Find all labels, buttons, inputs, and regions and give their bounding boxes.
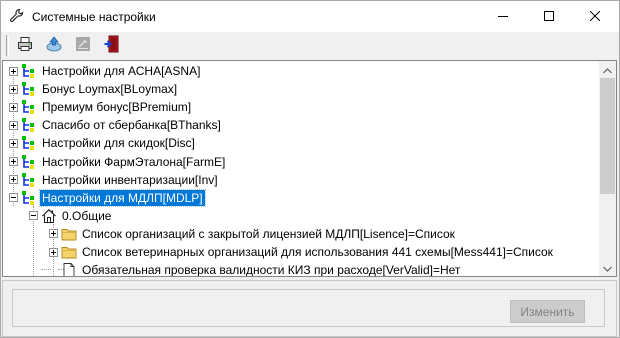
tree-item-label[interactable]: Бонус Loymax[BLoymax]: [40, 81, 179, 97]
chevron-up-icon: [603, 63, 612, 77]
maximize-button[interactable]: [526, 1, 572, 32]
toolbar-grip[interactable]: [6, 35, 9, 56]
expand-plus-icon[interactable]: [9, 138, 18, 148]
node-green-icon: [21, 99, 37, 115]
settings-tree[interactable]: Настройки для АСНА[ASNA] Бонус Loymax[BLo…: [2, 60, 617, 277]
expand-plus-icon[interactable]: [9, 175, 18, 185]
tree-item[interactable]: Обязательная проверка валидности КИЗ при…: [49, 261, 462, 276]
tree-item-label[interactable]: Спасибо от сбербанка[BThanks]: [40, 117, 223, 133]
tree-item-label[interactable]: 0.Общие: [60, 208, 113, 224]
tree-item[interactable]: Бонус Loymax[BLoymax]: [9, 80, 179, 98]
toolbar: [1, 32, 619, 59]
node-green-icon: [21, 172, 37, 188]
collapse-minus-icon[interactable]: [29, 211, 38, 221]
maximize-icon: [544, 10, 554, 24]
print-button[interactable]: [14, 35, 36, 56]
tree-item[interactable]: Настройки для МДЛП[MDLP]: [9, 188, 206, 207]
tree-item-label[interactable]: Настройки ФармЭталона[FarmE]: [40, 154, 227, 170]
exit-button[interactable]: [101, 35, 123, 56]
tree-item-label[interactable]: Настройки для МДЛП[MDLP]: [39, 188, 206, 207]
edit-value-button[interactable]: Изменить: [510, 300, 585, 323]
tree-item-label[interactable]: Настройки для АСНА[ASNA]: [40, 63, 202, 79]
tree-item[interactable]: Список организаций с закрытой лицензией …: [49, 225, 457, 243]
tree-item[interactable]: Настройки ФармЭталона[FarmE]: [9, 153, 227, 171]
expand-plus-icon[interactable]: [9, 84, 18, 94]
tree-item[interactable]: Настройки инвентаризации[Inv]: [9, 171, 220, 189]
expand-plus-icon[interactable]: [49, 229, 58, 239]
tree-item-label[interactable]: Настройки инвентаризации[Inv]: [40, 172, 220, 188]
node-green-icon: [21, 135, 37, 151]
tree-item-label[interactable]: Премиум бонус[BPremium]: [40, 99, 193, 115]
tree-item-label[interactable]: Настройки для скидок[Disc]: [40, 135, 197, 151]
refresh-button[interactable]: [43, 35, 65, 56]
wrench-icon: [9, 8, 25, 24]
node-green-icon: [21, 154, 37, 170]
window-title: Системные настройки: [32, 10, 156, 24]
node-green-icon: [21, 81, 37, 97]
scroll-down-button[interactable]: [599, 259, 616, 276]
tree-item[interactable]: Премиум бонус[BPremium]: [9, 98, 193, 116]
tree-item[interactable]: Настройки для скидок[Disc]: [9, 134, 197, 152]
home-icon: [41, 208, 57, 224]
node-green-icon: [21, 190, 37, 206]
tree-item[interactable]: 0.Общие: [29, 207, 113, 225]
title-bar[interactable]: Системные настройки: [1, 1, 619, 32]
expand-plus-icon[interactable]: [9, 102, 18, 112]
refresh-icon: [45, 35, 63, 56]
collapse-minus-icon[interactable]: [9, 193, 18, 203]
vertical-scrollbar[interactable]: [599, 61, 616, 276]
expand-plus-icon[interactable]: [49, 247, 58, 257]
bottom-panel: Изменить: [2, 280, 617, 337]
minimize-icon: [498, 10, 508, 24]
settings-window: Системные настройки Настройки для АСНА[A…: [0, 0, 620, 338]
minimize-button[interactable]: [480, 1, 526, 32]
printer-icon: [17, 36, 33, 55]
node-green-icon: [21, 63, 37, 79]
tree-item-label[interactable]: Обязательная проверка валидности КИЗ при…: [80, 262, 462, 276]
close-button[interactable]: [572, 1, 618, 32]
tree-item[interactable]: Спасибо от сбербанка[BThanks]: [9, 116, 223, 134]
chevron-down-icon: [603, 261, 612, 275]
folder-icon: [61, 226, 77, 242]
folder-icon: [61, 244, 77, 260]
edit-button[interactable]: [72, 35, 94, 56]
scrollbar-thumb[interactable]: [600, 78, 615, 194]
edit-icon: [75, 36, 91, 55]
tree-item[interactable]: Список ветеринарных организаций для испо…: [49, 243, 555, 261]
exit-door-icon: [104, 35, 120, 56]
document-icon: [61, 262, 77, 276]
scroll-up-button[interactable]: [599, 61, 616, 78]
expand-plus-icon[interactable]: [9, 120, 18, 130]
tree-item-label[interactable]: Список ветеринарных организаций для испо…: [80, 244, 555, 260]
node-green-icon: [21, 117, 37, 133]
expand-plus-icon[interactable]: [9, 66, 18, 76]
edit-group: Изменить: [12, 289, 605, 327]
expand-plus-icon[interactable]: [9, 157, 18, 166]
close-icon: [589, 10, 601, 24]
tree-item[interactable]: Настройки для АСНА[ASNA]: [9, 62, 202, 80]
tree-item-label[interactable]: Список организаций с закрытой лицензией …: [80, 226, 457, 242]
